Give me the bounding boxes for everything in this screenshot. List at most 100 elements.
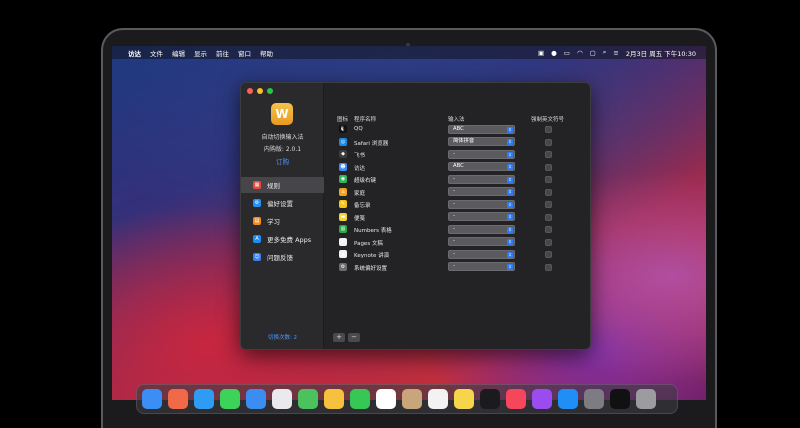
- table-row[interactable]: ⚙ 系统偏好设置 - ⇕: [333, 261, 583, 274]
- dock-app-icon[interactable]: [584, 389, 604, 409]
- close-button[interactable]: [247, 88, 253, 94]
- force-english-checkbox[interactable]: [545, 163, 552, 171]
- dock-app-icon[interactable]: [272, 389, 292, 409]
- menu-file[interactable]: 文件: [150, 48, 163, 58]
- input-method-icon[interactable]: ▣: [538, 49, 544, 57]
- menu-edit[interactable]: 编辑: [172, 48, 185, 58]
- sidebar-item[interactable]: ▤ 学习: [241, 213, 324, 229]
- dock-app-icon[interactable]: [402, 389, 422, 409]
- dock-app-icon[interactable]: [636, 389, 656, 409]
- table-row[interactable]: 🐧 QQ ABC ⇕: [333, 123, 583, 136]
- force-english-checkbox[interactable]: [545, 251, 552, 258]
- input-method-select[interactable]: - ⇕: [448, 249, 515, 259]
- table-row[interactable]: ✐ Pages 文稿 - ⇕: [333, 236, 583, 249]
- force-english-checkbox[interactable]: [545, 188, 552, 196]
- chevron-updown-icon: ⇕: [507, 226, 513, 233]
- table-header: 图标 程序名称 输入法 强制英文符号: [333, 113, 583, 123]
- sidebar: W 自动切换输入法 内购版: 2.0.1 订购 ▦ 规则 ⚙ 偏好设置 ▤ 学习 A 更多免费…: [241, 83, 324, 349]
- table-row[interactable]: ☻ 访达 ABC ⇕: [333, 161, 583, 174]
- input-method-select[interactable]: - ⇕: [448, 174, 515, 184]
- remove-rule-button[interactable]: −: [348, 333, 360, 342]
- input-method-value: -: [453, 263, 455, 269]
- chevron-updown-icon: ⇕: [507, 239, 513, 245]
- control-center-icon[interactable]: ≡: [613, 49, 618, 57]
- spotlight-icon[interactable]: ⌕: [603, 48, 607, 57]
- input-method-select[interactable]: 简体拼音 ⇕: [448, 137, 515, 146]
- app-icon: ▲: [339, 250, 347, 258]
- menu-clock[interactable]: 2月3日 周五 下午10:30: [626, 48, 696, 58]
- dock-app-icon[interactable]: [480, 389, 500, 409]
- zoom-button[interactable]: [267, 88, 273, 94]
- dock-app-icon[interactable]: [324, 389, 344, 409]
- force-english-checkbox[interactable]: [545, 201, 552, 208]
- dock-app-icon[interactable]: [532, 389, 552, 409]
- input-method-select[interactable]: - ⇕: [448, 262, 515, 271]
- app-icon: ⌂: [339, 187, 347, 196]
- input-method-value: -: [453, 213, 455, 219]
- force-english-checkbox[interactable]: [545, 263, 552, 271]
- input-method-select[interactable]: - ⇕: [448, 187, 515, 196]
- dock-app-icon[interactable]: [220, 389, 240, 409]
- dock-app-icon[interactable]: [194, 389, 214, 409]
- dock-app-icon[interactable]: [142, 389, 162, 409]
- menu-view[interactable]: 显示: [194, 48, 207, 58]
- input-method-select[interactable]: - ⇕: [448, 212, 515, 221]
- table-row[interactable]: ✎ 备忘录 - ⇕: [333, 198, 583, 211]
- input-method-value: -: [453, 175, 455, 182]
- add-rule-button[interactable]: +: [333, 333, 345, 342]
- dock-app-icon[interactable]: [428, 389, 448, 409]
- force-english-checkbox[interactable]: [545, 238, 552, 246]
- sidebar-item[interactable]: ☺ 问题反馈: [241, 249, 324, 265]
- table-row[interactable]: ▥ Numbers 表格 - ⇕: [333, 223, 583, 236]
- dock-app-icon[interactable]: [246, 389, 266, 409]
- chevron-updown-icon: ⇕: [507, 201, 513, 208]
- dock-app-icon[interactable]: [350, 389, 370, 409]
- dock-app-icon[interactable]: [558, 389, 578, 409]
- dock-app-icon[interactable]: [506, 389, 526, 409]
- table-row[interactable]: ▲ Keynote 讲演 - ⇕: [333, 248, 583, 261]
- chevron-updown-icon: ⇕: [507, 189, 513, 195]
- input-method-select[interactable]: - ⇕: [448, 199, 515, 209]
- table-row[interactable]: ◆ 飞书 - ⇕: [333, 148, 583, 161]
- table-row[interactable]: ▬ 便笺 - ⇕: [333, 211, 583, 224]
- menu-window[interactable]: 窗口: [238, 48, 251, 58]
- input-method-select[interactable]: - ⇕: [448, 149, 515, 159]
- table-row[interactable]: ⌂ 家庭 - ⇕: [333, 186, 583, 199]
- force-english-checkbox[interactable]: [545, 126, 552, 133]
- sidebar-item[interactable]: ▦ 规则: [241, 177, 324, 193]
- input-method-select[interactable]: ABC ⇕: [448, 124, 515, 134]
- force-english-checkbox[interactable]: [545, 213, 552, 221]
- chevron-updown-icon: ⇕: [507, 151, 513, 158]
- chevron-updown-icon: ⇕: [507, 264, 513, 270]
- table-row[interactable]: ◎ Safari 浏览器 简体拼音 ⇕: [333, 136, 583, 149]
- sidebar-item[interactable]: A 更多免费 Apps: [241, 231, 324, 247]
- force-english-checkbox[interactable]: [545, 226, 552, 233]
- battery-icon[interactable]: ▭: [564, 49, 570, 57]
- sidebar-item-icon: ▤: [253, 217, 261, 225]
- table-row[interactable]: ◉ 超级右键 - ⇕: [333, 173, 583, 186]
- menu-help[interactable]: 帮助: [260, 48, 273, 58]
- force-english-checkbox[interactable]: [545, 151, 552, 158]
- wifi-icon[interactable]: ◠: [577, 49, 583, 57]
- menu-go[interactable]: 前往: [216, 48, 229, 58]
- app-icon: ◉: [339, 175, 347, 183]
- dock-app-icon[interactable]: [168, 389, 188, 409]
- chevron-updown-icon: ⇕: [507, 214, 513, 220]
- dock-app-icon[interactable]: [298, 389, 318, 409]
- input-method-select[interactable]: ABC ⇕: [448, 162, 515, 171]
- minimize-button[interactable]: [257, 88, 263, 94]
- app-name: 便笺: [354, 215, 366, 222]
- input-method-select[interactable]: - ⇕: [448, 224, 515, 234]
- dock-app-icon[interactable]: [610, 389, 630, 409]
- input-method-select[interactable]: - ⇕: [448, 237, 515, 246]
- force-english-checkbox[interactable]: [545, 138, 552, 146]
- app-name: 超级右键: [354, 178, 377, 184]
- subscribe-link[interactable]: 订购: [241, 156, 324, 166]
- dock-app-icon[interactable]: [454, 389, 474, 409]
- sidebar-item[interactable]: ⚙ 偏好设置: [241, 195, 324, 211]
- dock-app-icon[interactable]: [376, 389, 396, 409]
- force-english-checkbox[interactable]: [545, 176, 552, 183]
- display-icon[interactable]: ▢: [590, 49, 596, 57]
- menu-app-name[interactable]: 访达: [128, 48, 141, 58]
- user-icon[interactable]: ●: [551, 49, 557, 57]
